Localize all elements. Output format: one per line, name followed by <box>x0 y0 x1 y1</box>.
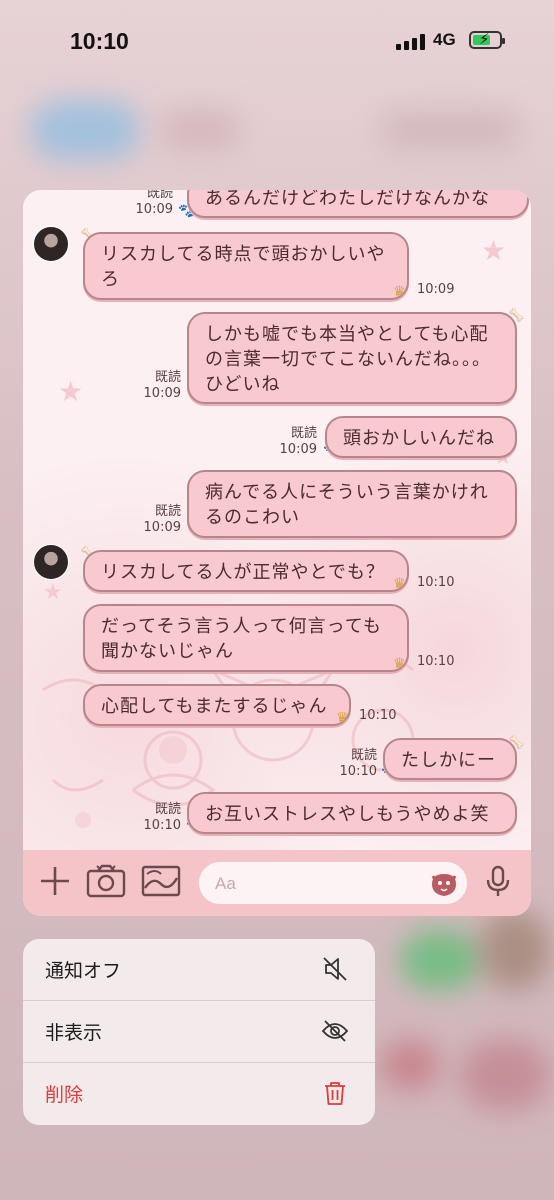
message-text-input[interactable] <box>215 870 415 898</box>
message-bubble-received[interactable]: だってそう言う人って何言っても聞かないじゃん <box>83 604 409 672</box>
chat-preview-card[interactable]: ★ ★ ★ ★ 既読10:09 🐾 あるんだけどわたしだけなんかな <box>23 190 531 916</box>
message-bubble-sent[interactable]: あるんだけどわたしだけなんかな <box>187 190 529 218</box>
message-bubble-sent[interactable]: 病んでる人にそういう言葉かけれるのこわい <box>187 470 517 538</box>
crown-icon: ♛ <box>393 284 406 300</box>
message-bubble-sent[interactable]: お互いストレスやしもうやめよ笑 <box>187 792 517 834</box>
star-decoration-icon: ★ <box>481 234 507 267</box>
blurred-shape <box>380 110 520 150</box>
message-bubble-sent[interactable]: 頭おかしいんだね <box>325 416 517 458</box>
trash-icon <box>325 1082 345 1105</box>
plus-icon[interactable] <box>35 864 75 902</box>
menu-item-label: 削除 <box>45 1084 84 1106</box>
read-status: 既読 10:09 <box>279 426 317 457</box>
star-decoration-icon: ★ <box>58 375 84 408</box>
crown-icon: ♛ <box>393 656 406 672</box>
contact-avatar[interactable] <box>33 226 69 262</box>
read-status: 既読 10:09 <box>135 190 173 217</box>
menu-item-hide[interactable]: 非表示 <box>23 1001 375 1063</box>
blurred-thumbnail <box>460 1040 550 1110</box>
eye-slash-icon <box>321 1020 349 1042</box>
star-decoration-icon: ★ <box>43 580 63 605</box>
blurred-shape <box>160 110 240 150</box>
contact-avatar[interactable] <box>33 544 69 580</box>
image-icon[interactable] <box>141 864 181 902</box>
message-bubble-received[interactable]: 心配してもまたするじゃん <box>83 684 351 726</box>
message-list[interactable]: ★ ★ ★ ★ 既読10:09 🐾 あるんだけどわたしだけなんかな <box>23 190 531 850</box>
message-bubble-sent[interactable]: たしかにー <box>383 738 517 780</box>
signal-icon <box>396 34 426 50</box>
network-type: 4G <box>433 30 456 49</box>
blurred-thumbnail <box>480 910 550 990</box>
message-bubble-received[interactable]: リスカしてる人が正常やとでも？ <box>83 550 409 592</box>
read-status: 既読 10:09 <box>143 504 181 535</box>
microphone-icon[interactable] <box>478 864 518 902</box>
menu-item-delete[interactable]: 削除 <box>23 1063 375 1125</box>
blurred-shape <box>380 1040 440 1090</box>
message-input[interactable] <box>198 861 468 905</box>
status-bar: 10:10 4G ⚡ <box>0 0 554 84</box>
crown-icon: ♛ <box>336 710 349 726</box>
emoji-icon[interactable] <box>429 870 459 898</box>
camera-icon[interactable] <box>86 864 126 902</box>
read-status: 既読 10:10 <box>143 802 181 833</box>
menu-item-label: 通知オフ <box>45 960 122 982</box>
battery-icon: ⚡ <box>469 30 505 49</box>
read-status: 既読 10:10 <box>339 748 377 779</box>
crown-icon: ♛ <box>393 576 406 592</box>
message-time: 10:10 <box>417 575 455 590</box>
message-bubble-received[interactable]: リスカしてる時点で頭おかしいやろ <box>83 232 409 300</box>
message-time: 10:09 <box>417 282 455 297</box>
status-time: 10:10 <box>70 28 129 54</box>
context-menu: 通知オフ 非表示 削除 <box>23 939 375 1125</box>
menu-item-mute[interactable]: 通知オフ <box>23 939 375 1001</box>
blurred-green-shape <box>400 930 480 990</box>
read-status: 既読 10:09 <box>143 370 181 401</box>
message-input-bar <box>23 850 531 916</box>
mute-icon <box>323 957 347 981</box>
menu-item-label: 非表示 <box>45 1022 103 1044</box>
message-bubble-sent[interactable]: しかも嘘でも本当やとしても心配の言葉一切でてこないんだね。。。ひどいね <box>187 312 517 404</box>
blurred-button <box>30 100 140 160</box>
message-time: 10:10 <box>417 654 455 669</box>
bone-icon: 🦴 <box>509 308 524 322</box>
bone-icon: 🦴 <box>509 735 524 749</box>
message-time: 10:10 <box>359 708 397 723</box>
